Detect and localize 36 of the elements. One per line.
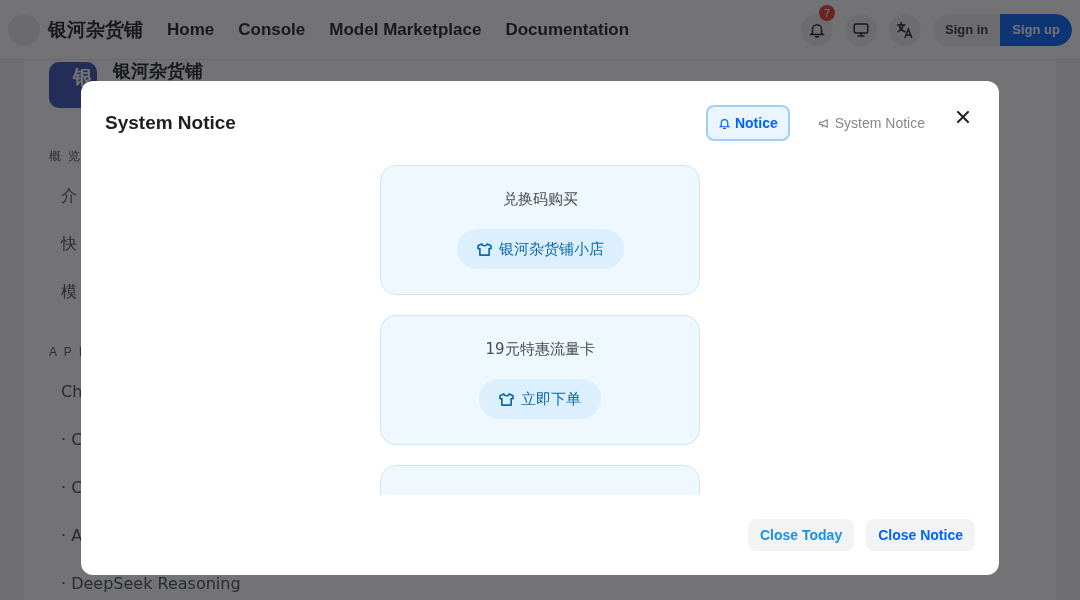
dialog-button[interactable]: Close Notice — [866, 519, 975, 551]
nav-link[interactable]: Home — [167, 19, 215, 40]
language-button[interactable] — [889, 13, 921, 46]
card-link-button[interactable]: 立即下单 — [479, 379, 601, 419]
shirt-icon — [499, 392, 514, 406]
nav-link[interactable]: Documentation — [505, 19, 630, 40]
dialog-title: System Notice — [105, 112, 237, 134]
sidebar-item[interactable]: 介 — [49, 172, 77, 220]
sidebar-item[interactable]: · C — [49, 416, 83, 464]
sidebar-item[interactable]: · C — [49, 464, 83, 512]
nav-link[interactable]: Model Marketplace — [329, 19, 482, 40]
sign-in-button[interactable]: Sign in — [933, 13, 1001, 46]
bell-icon — [717, 116, 731, 130]
close-icon — [957, 111, 969, 123]
notice-tab[interactable]: System Notice — [805, 105, 937, 141]
card-link-button[interactable]: 银河杂货铺小店 — [456, 229, 624, 269]
translate-icon — [895, 19, 915, 40]
site-brand[interactable]: 银河杂货铺 — [48, 16, 143, 43]
notification-badge: 7 — [819, 4, 835, 21]
shirt-icon — [476, 242, 492, 256]
monitor-icon — [852, 20, 870, 39]
notice-tab[interactable]: Notice — [705, 105, 790, 141]
sidebar-section-title: 概 览 — [49, 148, 83, 165]
sidebar-item[interactable]: 快 — [49, 220, 77, 268]
dialog-button[interactable]: Close Today — [748, 519, 855, 551]
site-name: 银河杂货铺 — [113, 62, 203, 80]
card-title: 19元特惠流量卡 — [485, 340, 595, 359]
display-button[interactable] — [845, 13, 877, 46]
megaphone-icon — [817, 116, 831, 130]
sidebar-section-title: A P I — [49, 344, 85, 361]
sidebar-item[interactable]: · A — [49, 512, 83, 560]
nav-link[interactable]: Console — [238, 19, 306, 40]
sidebar-item[interactable]: 模 — [49, 268, 77, 316]
sidebar-item[interactable]: Ch — [49, 368, 83, 416]
card-title: 兑换码购买 — [502, 190, 578, 209]
sign-up-button[interactable]: Sign up — [1000, 13, 1072, 46]
